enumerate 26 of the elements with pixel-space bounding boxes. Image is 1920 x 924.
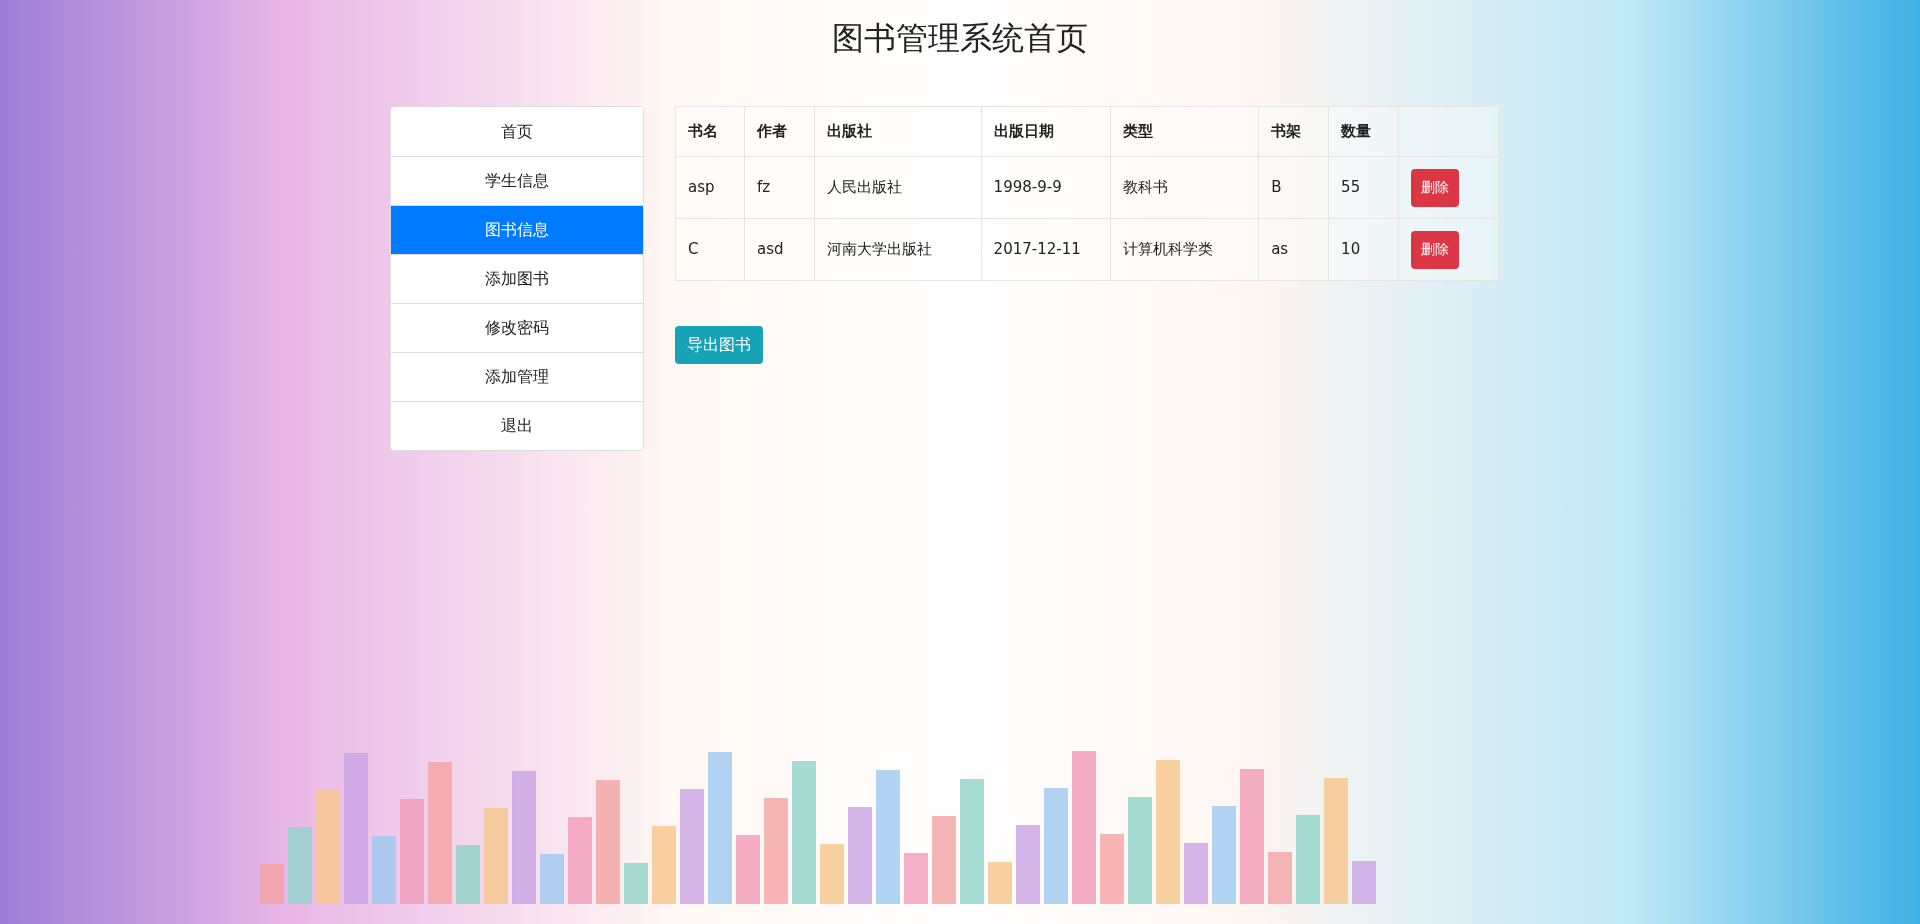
- table-cell: 河南大学出版社: [814, 218, 982, 281]
- column-header: 出版社: [814, 106, 982, 157]
- table-cell: 55: [1328, 156, 1399, 219]
- table-cell: 10: [1328, 218, 1399, 281]
- column-header: 书架: [1258, 106, 1329, 157]
- sidebar-item[interactable]: 退出: [391, 401, 643, 450]
- column-header: 类型: [1110, 106, 1259, 157]
- table-cell: asp: [675, 156, 745, 219]
- table-cell: C: [675, 218, 745, 281]
- column-header: 数量: [1328, 106, 1399, 157]
- table-cell: 2017-12-11: [981, 218, 1111, 281]
- column-header: 出版日期: [981, 106, 1111, 157]
- table-cell: 1998-9-9: [981, 156, 1111, 219]
- delete-button[interactable]: 删除: [1411, 168, 1460, 207]
- table-cell: 人民出版社: [814, 156, 982, 219]
- table-cell: fz: [744, 156, 815, 219]
- sidebar-item[interactable]: 图书信息: [391, 205, 643, 254]
- table-cell: 计算机科学类: [1110, 218, 1259, 281]
- table-cell: 教科书: [1110, 156, 1259, 219]
- column-header: 书名: [675, 106, 745, 157]
- column-header: 作者: [744, 106, 815, 157]
- table-cell: as: [1258, 218, 1329, 281]
- delete-button[interactable]: 删除: [1411, 230, 1460, 269]
- page-title: 图书管理系统首页: [832, 18, 1088, 59]
- table-cell: B: [1258, 156, 1329, 219]
- table-cell: asd: [744, 218, 815, 281]
